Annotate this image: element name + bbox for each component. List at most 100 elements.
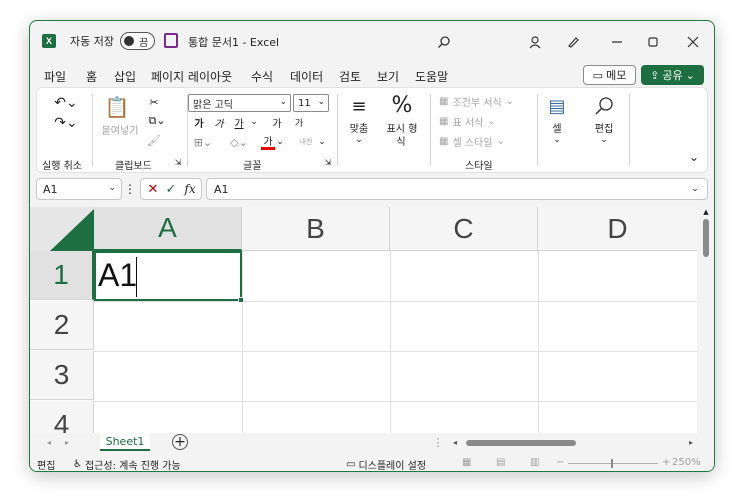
dialog-launcher-icon[interactable]: ⇲ xyxy=(173,156,183,168)
row-header[interactable]: 2 xyxy=(30,301,94,350)
redo-icon[interactable]: ↷⌄ xyxy=(53,114,79,132)
column-header[interactable]: C xyxy=(390,207,538,251)
menu-view[interactable]: 보기 xyxy=(377,68,399,85)
menu-data[interactable]: 데이터 xyxy=(290,68,323,85)
format-painter-icon[interactable]: 🖌 xyxy=(145,132,163,148)
table-format-button[interactable]: ▦ 표 서식 ⌄ xyxy=(439,114,519,129)
copy-icon[interactable]: ⧉⌄ xyxy=(145,113,169,129)
chevron-down-icon[interactable]: ⌄ xyxy=(249,115,259,129)
person-icon[interactable] xyxy=(524,31,546,53)
memo-button[interactable]: ▭ 메모 xyxy=(583,65,636,85)
menu-review[interactable]: 검토 xyxy=(339,68,361,85)
page-break-view-icon[interactable]: ▥ xyxy=(530,457,539,468)
cell-style-button[interactable]: ▦ 셀 스타일 ⌄ xyxy=(439,134,525,149)
tab-prev-icon[interactable]: ◂ xyxy=(44,436,54,448)
number-format-label-2[interactable]: 식 xyxy=(387,133,415,148)
scroll-left-icon[interactable]: ◂ xyxy=(450,436,460,448)
paste-label[interactable]: 붙여넣기 xyxy=(97,122,143,137)
zoom-slider[interactable] xyxy=(568,459,658,468)
bold-button[interactable]: 가 xyxy=(192,115,206,130)
phonetic-button[interactable]: 내천 xyxy=(295,134,317,150)
display-settings-button[interactable]: ▭ 디스플레이 설정 xyxy=(346,457,426,471)
search-icon[interactable] xyxy=(433,31,455,53)
vertical-scrollbar[interactable]: ▲ xyxy=(699,207,713,433)
conditional-format-button[interactable]: ▦ 조건부 서식 ⌄ xyxy=(439,94,531,109)
menu-file[interactable]: 파일 xyxy=(44,68,66,85)
zoom-out-icon[interactable]: − xyxy=(556,457,564,468)
column-header[interactable]: A xyxy=(94,207,242,251)
share-button[interactable]: ⇪ 공유 ⌄ xyxy=(641,65,704,85)
column-header[interactable]: D xyxy=(538,207,697,251)
align-label[interactable]: 맞춤 xyxy=(345,120,373,135)
italic-button[interactable]: 가 xyxy=(212,115,226,130)
font-name-select[interactable]: 맑은 고딕 ⌄ xyxy=(188,94,291,112)
formula-input[interactable]: A1 ⌄ xyxy=(206,178,708,200)
row-header[interactable]: 3 xyxy=(30,351,94,400)
scroll-right-icon[interactable]: ▸ xyxy=(686,436,696,448)
menu-page-layout[interactable]: 페이지 레이아웃 xyxy=(151,68,232,85)
fill-handle[interactable] xyxy=(238,297,244,303)
worksheet-grid[interactable]: A B C D 1 2 3 4 A1 xyxy=(30,207,697,433)
cells-label[interactable]: 셀 xyxy=(544,120,570,135)
accessibility-status[interactable]: ♿ 접근성: 계속 진행 가능 xyxy=(73,457,181,471)
memo-label: 메모 xyxy=(606,69,627,82)
name-box[interactable]: A1 ⌄ xyxy=(36,178,122,200)
shrink-font-button[interactable]: 가 xyxy=(291,115,307,129)
zoom-in-icon[interactable]: + xyxy=(662,457,670,468)
save-icon[interactable] xyxy=(164,33,178,48)
scroll-up-icon[interactable]: ▲ xyxy=(701,207,711,217)
ribbon-collapse-icon[interactable]: ⌄ xyxy=(687,150,701,164)
undo-icon[interactable]: ↶⌄ xyxy=(53,94,79,112)
more-options-icon[interactable]: ⋮ xyxy=(124,181,136,197)
chevron-down-icon[interactable]: ⌄ xyxy=(275,134,285,150)
fill-color-icon[interactable]: ◇⌄ xyxy=(227,134,251,150)
zoom-slider-thumb[interactable] xyxy=(611,459,613,468)
font-color-button[interactable]: 가 xyxy=(261,134,275,150)
menu-insert[interactable]: 삽입 xyxy=(114,68,136,85)
insert-function-button[interactable]: fx xyxy=(181,181,199,197)
chevron-down-icon[interactable]: ⌄ xyxy=(351,134,367,146)
more-options-icon[interactable]: ⋮ xyxy=(433,435,444,449)
zoom-level[interactable]: 250% xyxy=(672,457,701,468)
menu-home[interactable]: 홈 xyxy=(86,68,98,89)
close-icon[interactable] xyxy=(682,31,704,53)
page-layout-view-icon[interactable]: ▤ xyxy=(496,457,505,468)
row-header[interactable]: 1 xyxy=(30,251,94,300)
maximize-icon[interactable] xyxy=(642,31,664,53)
cancel-icon[interactable]: ✕ xyxy=(145,181,161,197)
chevron-down-icon: ⌄ xyxy=(496,135,505,147)
enter-icon[interactable]: ✓ xyxy=(163,181,179,197)
horizontal-scroll-thumb[interactable] xyxy=(466,440,576,446)
dialog-launcher-icon[interactable]: ⇲ xyxy=(323,156,333,168)
normal-view-icon[interactable]: ▦ xyxy=(462,457,471,468)
grow-font-button[interactable]: 가 xyxy=(269,115,285,130)
chevron-down-icon[interactable]: ⌄ xyxy=(689,182,701,196)
cell-a1-value: A1 xyxy=(98,257,138,293)
percent-icon[interactable]: % xyxy=(389,92,415,118)
column-header[interactable]: B xyxy=(242,207,390,251)
pen-icon[interactable] xyxy=(562,31,584,53)
align-icon[interactable]: ≡ xyxy=(345,94,373,118)
chevron-down-icon[interactable]: ⌄ xyxy=(317,134,327,150)
row-header[interactable]: 4 xyxy=(30,401,94,433)
add-sheet-button[interactable]: + xyxy=(172,434,188,450)
underline-button[interactable]: 가 xyxy=(232,115,246,130)
clipboard-group-label: 클립보드 xyxy=(115,161,152,172)
chevron-down-icon[interactable]: ⌄ xyxy=(549,134,565,146)
cells-icon[interactable]: ▤ xyxy=(544,94,570,118)
tab-sheet1[interactable]: Sheet1 xyxy=(100,433,150,451)
menu-formulas[interactable]: 수식 xyxy=(251,68,273,85)
minimize-icon[interactable] xyxy=(606,31,628,53)
select-all-corner[interactable] xyxy=(30,207,94,251)
border-icon[interactable]: ⊞⌄ xyxy=(191,134,215,150)
paste-icon[interactable]: 📋 xyxy=(103,94,131,120)
font-size-select[interactable]: 11 ⌄ xyxy=(293,94,329,112)
search-icon[interactable] xyxy=(590,92,618,120)
tab-next-icon[interactable]: ▸ xyxy=(62,436,72,448)
edit-label[interactable]: 편집 xyxy=(590,120,618,135)
chevron-down-icon[interactable]: ⌄ xyxy=(596,134,612,146)
cut-icon[interactable]: ✂ xyxy=(145,94,163,110)
vertical-scroll-thumb[interactable] xyxy=(703,219,709,257)
autosave-toggle[interactable]: 끔 xyxy=(120,32,155,50)
menu-help[interactable]: 도움말 xyxy=(415,68,448,85)
